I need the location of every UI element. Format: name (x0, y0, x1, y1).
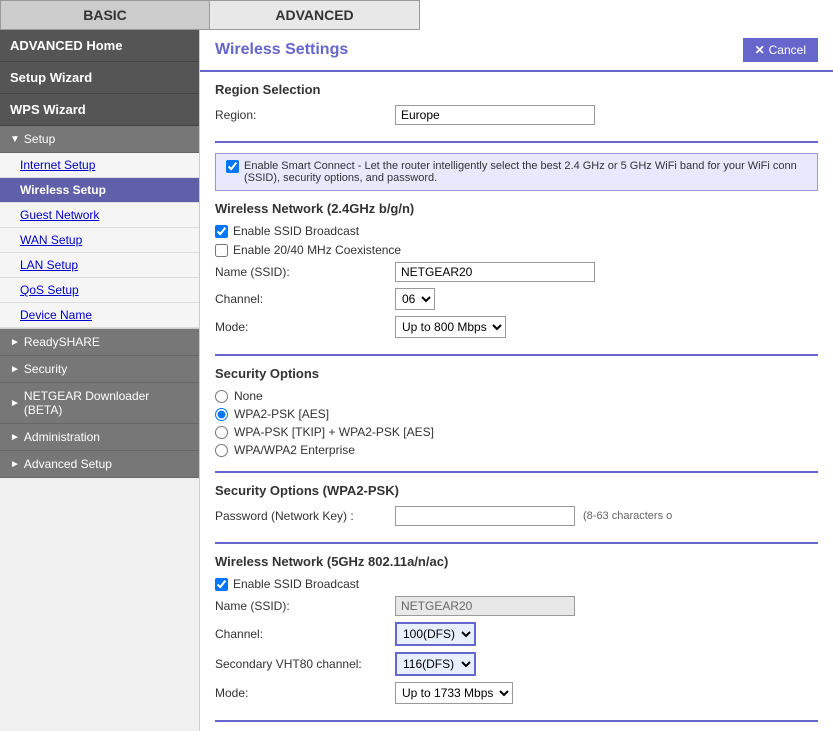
channel-select-24[interactable]: 06 0102030405 0708091011 (395, 288, 435, 310)
content-header: Wireless Settings ✕ Cancel (200, 30, 833, 72)
ssid-label-5g: Name (SSID): (215, 599, 395, 613)
tab-advanced-label: ADVANCED (275, 7, 353, 23)
secondary-vht80-select[interactable]: Auto 116(DFS) 120(DFS)124(DFS)128(DFS) (395, 652, 476, 676)
enable-ssid-broadcast-label-24: Enable SSID Broadcast (233, 224, 359, 238)
channel-label-24: Channel: (215, 292, 395, 306)
chevron-right-icon: ► (10, 432, 20, 443)
sidebar-item-qos-setup[interactable]: QoS Setup (0, 278, 199, 303)
enable-2040-label: Enable 20/40 MHz Coexistence (233, 243, 401, 257)
sidebar-section-setup[interactable]: ▼ Setup (0, 126, 199, 153)
wireless-24-title: Wireless Network (2.4GHz b/g/n) (215, 201, 818, 216)
ssid-input-5g[interactable] (395, 596, 575, 616)
security-wpa2-psk-radio[interactable] (215, 408, 228, 421)
secondary-vht80-label: Secondary VHT80 channel: (215, 657, 395, 671)
region-section-title: Region Selection (215, 82, 818, 97)
password-label: Password (Network Key) : (215, 509, 395, 523)
enable-ssid-broadcast-checkbox-5g[interactable] (215, 578, 228, 591)
sidebar-section-advanced-setup[interactable]: ► Advanced Setup (0, 451, 199, 478)
security-wpa-combo-label: WPA-PSK [TKIP] + WPA2-PSK [AES] (234, 425, 434, 439)
mode-select-24[interactable]: Up to 54 Mbps Up to 217 Mbps Up to 450 M… (395, 316, 506, 338)
chevron-down-icon: ▼ (10, 134, 20, 145)
ssid-label-24: Name (SSID): (215, 265, 395, 279)
security-wpa2-psk-row: WPA2-PSK [AES] (215, 407, 818, 421)
mode-select-5g[interactable]: Up to 54 Mbps Up to 300 Mbps Up to 867 M… (395, 682, 513, 704)
enable-2040-checkbox[interactable] (215, 244, 228, 257)
mode-label-24: Mode: (215, 320, 395, 334)
cancel-label: Cancel (769, 43, 806, 57)
password-row: Password (Network Key) : (8-63 character… (215, 506, 818, 526)
security-options-section: Security Options None WPA2-PSK [AES] WPA… (215, 366, 818, 473)
chevron-right-icon: ► (10, 364, 20, 375)
ssid-input-24[interactable] (395, 262, 595, 282)
enable-2040-row: Enable 20/40 MHz Coexistence (215, 243, 818, 257)
security-wpa-combo-radio[interactable] (215, 426, 228, 439)
chevron-right-icon: ► (10, 337, 20, 348)
security-enterprise-label: WPA/WPA2 Enterprise (234, 443, 355, 457)
region-row: Region: (215, 105, 818, 125)
region-input[interactable] (395, 105, 595, 125)
tab-advanced[interactable]: ADVANCED (210, 0, 420, 30)
ssid-row-24: Name (SSID): (215, 262, 818, 282)
enable-ssid-broadcast-label-5g: Enable SSID Broadcast (233, 577, 359, 591)
page-title: Wireless Settings (215, 41, 348, 59)
region-section: Region Selection Region: (215, 82, 818, 143)
security-wpa2-section: Security Options (WPA2-PSK) Password (Ne… (215, 483, 818, 544)
sidebar-section-administration[interactable]: ► Administration (0, 424, 199, 451)
sidebar-section-readyshare[interactable]: ► ReadySHARE (0, 329, 199, 356)
sidebar-item-lan-setup[interactable]: LAN Setup (0, 253, 199, 278)
sidebar-item-wan-setup[interactable]: WAN Setup (0, 228, 199, 253)
enable-ssid-broadcast-row-5g: Enable SSID Broadcast (215, 577, 818, 591)
smart-connect-text: Enable Smart Connect - Let the router in… (244, 160, 807, 184)
channel-row-24: Channel: 06 0102030405 0708091011 (215, 288, 818, 310)
smart-connect-row: Enable Smart Connect - Let the router in… (215, 153, 818, 191)
password-note: (8-63 characters o (583, 510, 672, 522)
main-content: Wireless Settings ✕ Cancel Region Select… (200, 30, 833, 731)
region-label: Region: (215, 108, 395, 122)
sidebar: ADVANCED Home Setup Wizard WPS Wizard ▼ … (0, 30, 200, 731)
sidebar-section-netgear-downloader[interactable]: ► NETGEAR Downloader (BETA) (0, 383, 199, 424)
cancel-button[interactable]: ✕ Cancel (743, 38, 818, 62)
security-wpa2-title: Security Options (WPA2-PSK) (215, 483, 818, 498)
secondary-vht80-row: Secondary VHT80 channel: Auto 116(DFS) 1… (215, 652, 818, 676)
sidebar-item-wireless-setup[interactable]: Wireless Setup (0, 178, 199, 203)
chevron-right-icon: ► (10, 398, 20, 409)
security-wpa-combo-row: WPA-PSK [TKIP] + WPA2-PSK [AES] (215, 425, 818, 439)
sidebar-item-internet-setup[interactable]: Internet Setup (0, 153, 199, 178)
enable-ssid-broadcast-row-24: Enable SSID Broadcast (215, 224, 818, 238)
ssid-row-5g: Name (SSID): (215, 596, 818, 616)
smart-connect-checkbox[interactable] (226, 160, 239, 173)
sidebar-item-setup-wizard[interactable]: Setup Wizard (0, 62, 199, 94)
security-none-label: None (234, 389, 263, 403)
channel-row-5g: Channel: Auto36404448 100(DFS) (215, 622, 818, 646)
security-none-radio[interactable] (215, 390, 228, 403)
mode-row-5g: Mode: Up to 54 Mbps Up to 300 Mbps Up to… (215, 682, 818, 704)
security-enterprise-row: WPA/WPA2 Enterprise (215, 443, 818, 457)
sidebar-item-guest-network[interactable]: Guest Network (0, 203, 199, 228)
mode-row-24: Mode: Up to 54 Mbps Up to 217 Mbps Up to… (215, 316, 818, 338)
wireless-5g-title: Wireless Network (5GHz 802.11a/n/ac) (215, 554, 818, 569)
sidebar-item-device-name[interactable]: Device Name (0, 303, 199, 328)
mode-label-5g: Mode: (215, 686, 395, 700)
enable-ssid-broadcast-checkbox-24[interactable] (215, 225, 228, 238)
security-enterprise-radio[interactable] (215, 444, 228, 457)
security-none-row: None (215, 389, 818, 403)
password-input[interactable] (395, 506, 575, 526)
security-wpa2-psk-label: WPA2-PSK [AES] (234, 407, 329, 421)
sidebar-item-advanced-home[interactable]: ADVANCED Home (0, 30, 199, 62)
tab-basic-label: BASIC (83, 7, 127, 23)
wireless-24-section: Wireless Network (2.4GHz b/g/n) Enable S… (215, 201, 818, 356)
wireless-5g-section: Wireless Network (5GHz 802.11a/n/ac) Ena… (215, 554, 818, 722)
chevron-right-icon: ► (10, 459, 20, 470)
sidebar-item-wps-wizard[interactable]: WPS Wizard (0, 94, 199, 126)
channel-select-5g[interactable]: Auto36404448 100(DFS) (395, 622, 476, 646)
tab-basic[interactable]: BASIC (0, 0, 210, 30)
security-options-title: Security Options (215, 366, 818, 381)
sidebar-section-security[interactable]: ► Security (0, 356, 199, 383)
channel-label-5g: Channel: (215, 627, 395, 641)
x-icon: ✕ (755, 43, 765, 57)
